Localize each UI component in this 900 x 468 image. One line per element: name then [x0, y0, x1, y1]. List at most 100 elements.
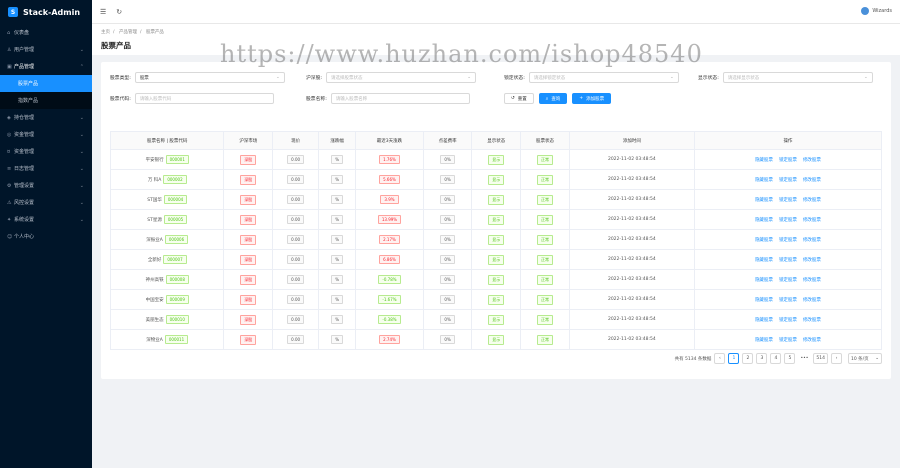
edit-stock-link[interactable]: 修改股票 — [803, 278, 821, 283]
lock-stock-link[interactable]: 锁定股票 — [779, 298, 797, 303]
sidebar-item-4[interactable]: ◎ 资金管理 ⌄ — [0, 126, 92, 143]
sidebar-item-7[interactable]: ⚙ 管理设置 ⌄ — [0, 177, 92, 194]
fee-value: 0% — [440, 215, 455, 224]
sidebar: S Stack-Admin ⌂ 仪表盘 ♙ 用户管理 ⌄ ▣ 产品管理 ⌃ 股票产品 指数产品 ◈ 持… — [0, 0, 92, 468]
name-input[interactable]: 请输入股票名称 — [330, 93, 470, 104]
page-button[interactable]: 3 — [756, 353, 768, 364]
hide-stock-link[interactable]: 隐藏股票 — [755, 198, 773, 203]
lock-stock-link[interactable]: 锁定股票 — [779, 198, 797, 203]
page-size-select[interactable]: 10 条/页 ⌄ — [848, 353, 882, 364]
stock-name: 深物业A — [146, 338, 163, 343]
cell-actions: 隐藏股票 锁定股票 修改股票 — [693, 289, 883, 310]
hide-stock-link[interactable]: 隐藏股票 — [755, 278, 773, 283]
lock-stock-link[interactable]: 锁定股票 — [779, 238, 797, 243]
breadcrumb-home[interactable]: 主页 — [101, 30, 110, 35]
name-placeholder: 请输入股票名称 — [335, 96, 368, 102]
cell-status: 正常 — [520, 209, 570, 230]
show-select[interactable]: 请选择显示状态 ⌄ — [722, 72, 873, 83]
edit-stock-link[interactable]: 修改股票 — [803, 238, 821, 243]
sidebar-item-0[interactable]: ⌂ 仪表盘 — [0, 24, 92, 41]
hide-stock-link[interactable]: 隐藏股票 — [755, 238, 773, 243]
hide-stock-link[interactable]: 隐藏股票 — [755, 338, 773, 343]
add-stock-button[interactable]: + 添加股票 — [572, 93, 612, 104]
cell-price: 0.00 — [272, 169, 320, 190]
column-header: 操作 — [693, 131, 883, 150]
edit-stock-link[interactable]: 修改股票 — [803, 158, 821, 163]
fee-value: 0% — [440, 175, 455, 184]
price-value: 0.00 — [287, 195, 305, 204]
sidebar-subitem-1[interactable]: 指数产品 — [0, 92, 92, 109]
reset-button[interactable]: ↺ 重置 — [504, 93, 534, 104]
chevron-down-icon: ⌄ — [79, 114, 84, 121]
edit-stock-link[interactable]: 修改股票 — [803, 258, 821, 263]
lock-stock-link[interactable]: 锁定股票 — [779, 258, 797, 263]
cell-name: 美丽生态 000010 — [109, 309, 225, 330]
code-input[interactable]: 请输入股票代码 — [134, 93, 274, 104]
lock-stock-link[interactable]: 锁定股票 — [779, 158, 797, 163]
search-button[interactable]: ⌕ 查询 — [538, 93, 568, 104]
sidebar-item-6[interactable]: ≡ 日志管理 ⌄ — [0, 160, 92, 177]
stock-table: 股票名称 | 股票代码 沪深市场 现价 涨跌幅 最近3天涨跌 点差费率 显示状态 股票状态 添加… — [109, 131, 883, 350]
edit-stock-link[interactable]: 修改股票 — [803, 178, 821, 183]
stock-code: 000007 — [163, 255, 187, 264]
sidebar-item-1[interactable]: ♙ 用户管理 ⌄ — [0, 41, 92, 58]
hide-stock-link[interactable]: 隐藏股票 — [755, 318, 773, 323]
cell-actions: 隐藏股票 锁定股票 修改股票 — [693, 269, 883, 290]
lock-stock-link[interactable]: 锁定股票 — [779, 278, 797, 283]
cell-price: 0.00 — [272, 229, 320, 250]
sidebar-item-2[interactable]: ▣ 产品管理 ⌃ — [0, 58, 92, 75]
search-icon: ⌕ — [545, 96, 549, 102]
three-day-change: 6.86% — [379, 255, 400, 264]
cell-price: 0.00 — [272, 289, 320, 310]
page-button[interactable]: 5 — [784, 353, 796, 364]
page-button[interactable]: 514 — [813, 353, 828, 364]
lock-select[interactable]: 请选择锁定状态 ⌄ — [528, 72, 679, 83]
page-button[interactable]: 1 — [728, 353, 740, 364]
edit-stock-link[interactable]: 修改股票 — [803, 298, 821, 303]
price-value: 0.00 — [287, 315, 305, 324]
page-button[interactable]: 4 — [770, 353, 782, 364]
filter-lock: 锁定状态: 请选择锁定状态 ⌄ — [504, 72, 679, 83]
lock-stock-link[interactable]: 锁定股票 — [779, 338, 797, 343]
hide-stock-link[interactable]: 隐藏股票 — [755, 178, 773, 183]
cell-name: 中国宝安 000009 — [109, 289, 225, 310]
lock-stock-link[interactable]: 锁定股票 — [779, 178, 797, 183]
refresh-icon[interactable]: ↻ — [116, 8, 122, 16]
fee-value: 0% — [440, 195, 455, 204]
hide-stock-link[interactable]: 隐藏股票 — [755, 218, 773, 223]
edit-stock-link[interactable]: 修改股票 — [803, 318, 821, 323]
plus-icon: + — [579, 96, 584, 101]
shsz-select[interactable]: 请选择股票状态 ⌄ — [326, 72, 477, 83]
edit-stock-link[interactable]: 修改股票 — [803, 218, 821, 223]
edit-stock-link[interactable]: 修改股票 — [803, 198, 821, 203]
edit-stock-link[interactable]: 修改股票 — [803, 338, 821, 343]
page-ellipsis[interactable]: ••• — [798, 353, 811, 364]
lock-stock-link[interactable]: 锁定股票 — [779, 318, 797, 323]
sidebar-subitem-0[interactable]: 股票产品 — [0, 75, 92, 92]
next-page-button[interactable]: › — [831, 353, 842, 364]
reset-icon: ↺ — [511, 96, 515, 101]
show-status-tag: 显示 — [488, 234, 505, 245]
stock-type-select[interactable]: 股票 ⌄ — [134, 72, 285, 83]
sidebar-item-10[interactable]: ☺ 个人中心 — [0, 228, 92, 245]
market-tag: 深股 — [240, 294, 257, 305]
cell-show: 显示 — [471, 149, 522, 170]
page-button[interactable]: 2 — [742, 353, 754, 364]
sidebar-item-9[interactable]: ✦ 系统设置 ⌄ — [0, 211, 92, 228]
menu-fold-icon[interactable]: ☰ — [100, 8, 106, 16]
page-list: 1 2 3 4 5 ••• 514 — [725, 353, 828, 364]
app-logo[interactable]: S Stack-Admin — [0, 0, 92, 24]
cell-price: 0.00 — [272, 149, 320, 170]
hide-stock-link[interactable]: 隐藏股票 — [755, 158, 773, 163]
breadcrumb-product[interactable]: 产品管理 — [119, 30, 137, 35]
hide-stock-link[interactable]: 隐藏股票 — [755, 298, 773, 303]
change-value: % — [331, 295, 344, 304]
change-value: % — [331, 275, 344, 284]
sidebar-item-8[interactable]: ⚠ 风控设置 ⌄ — [0, 194, 92, 211]
hide-stock-link[interactable]: 隐藏股票 — [755, 258, 773, 263]
sidebar-item-5[interactable]: ¤ 资金管理 ⌄ — [0, 143, 92, 160]
user-menu[interactable]: Wizards — [861, 7, 892, 15]
sidebar-item-3[interactable]: ◈ 持仓管理 ⌄ — [0, 109, 92, 126]
lock-stock-link[interactable]: 锁定股票 — [779, 218, 797, 223]
prev-page-button[interactable]: ‹ — [714, 353, 726, 364]
